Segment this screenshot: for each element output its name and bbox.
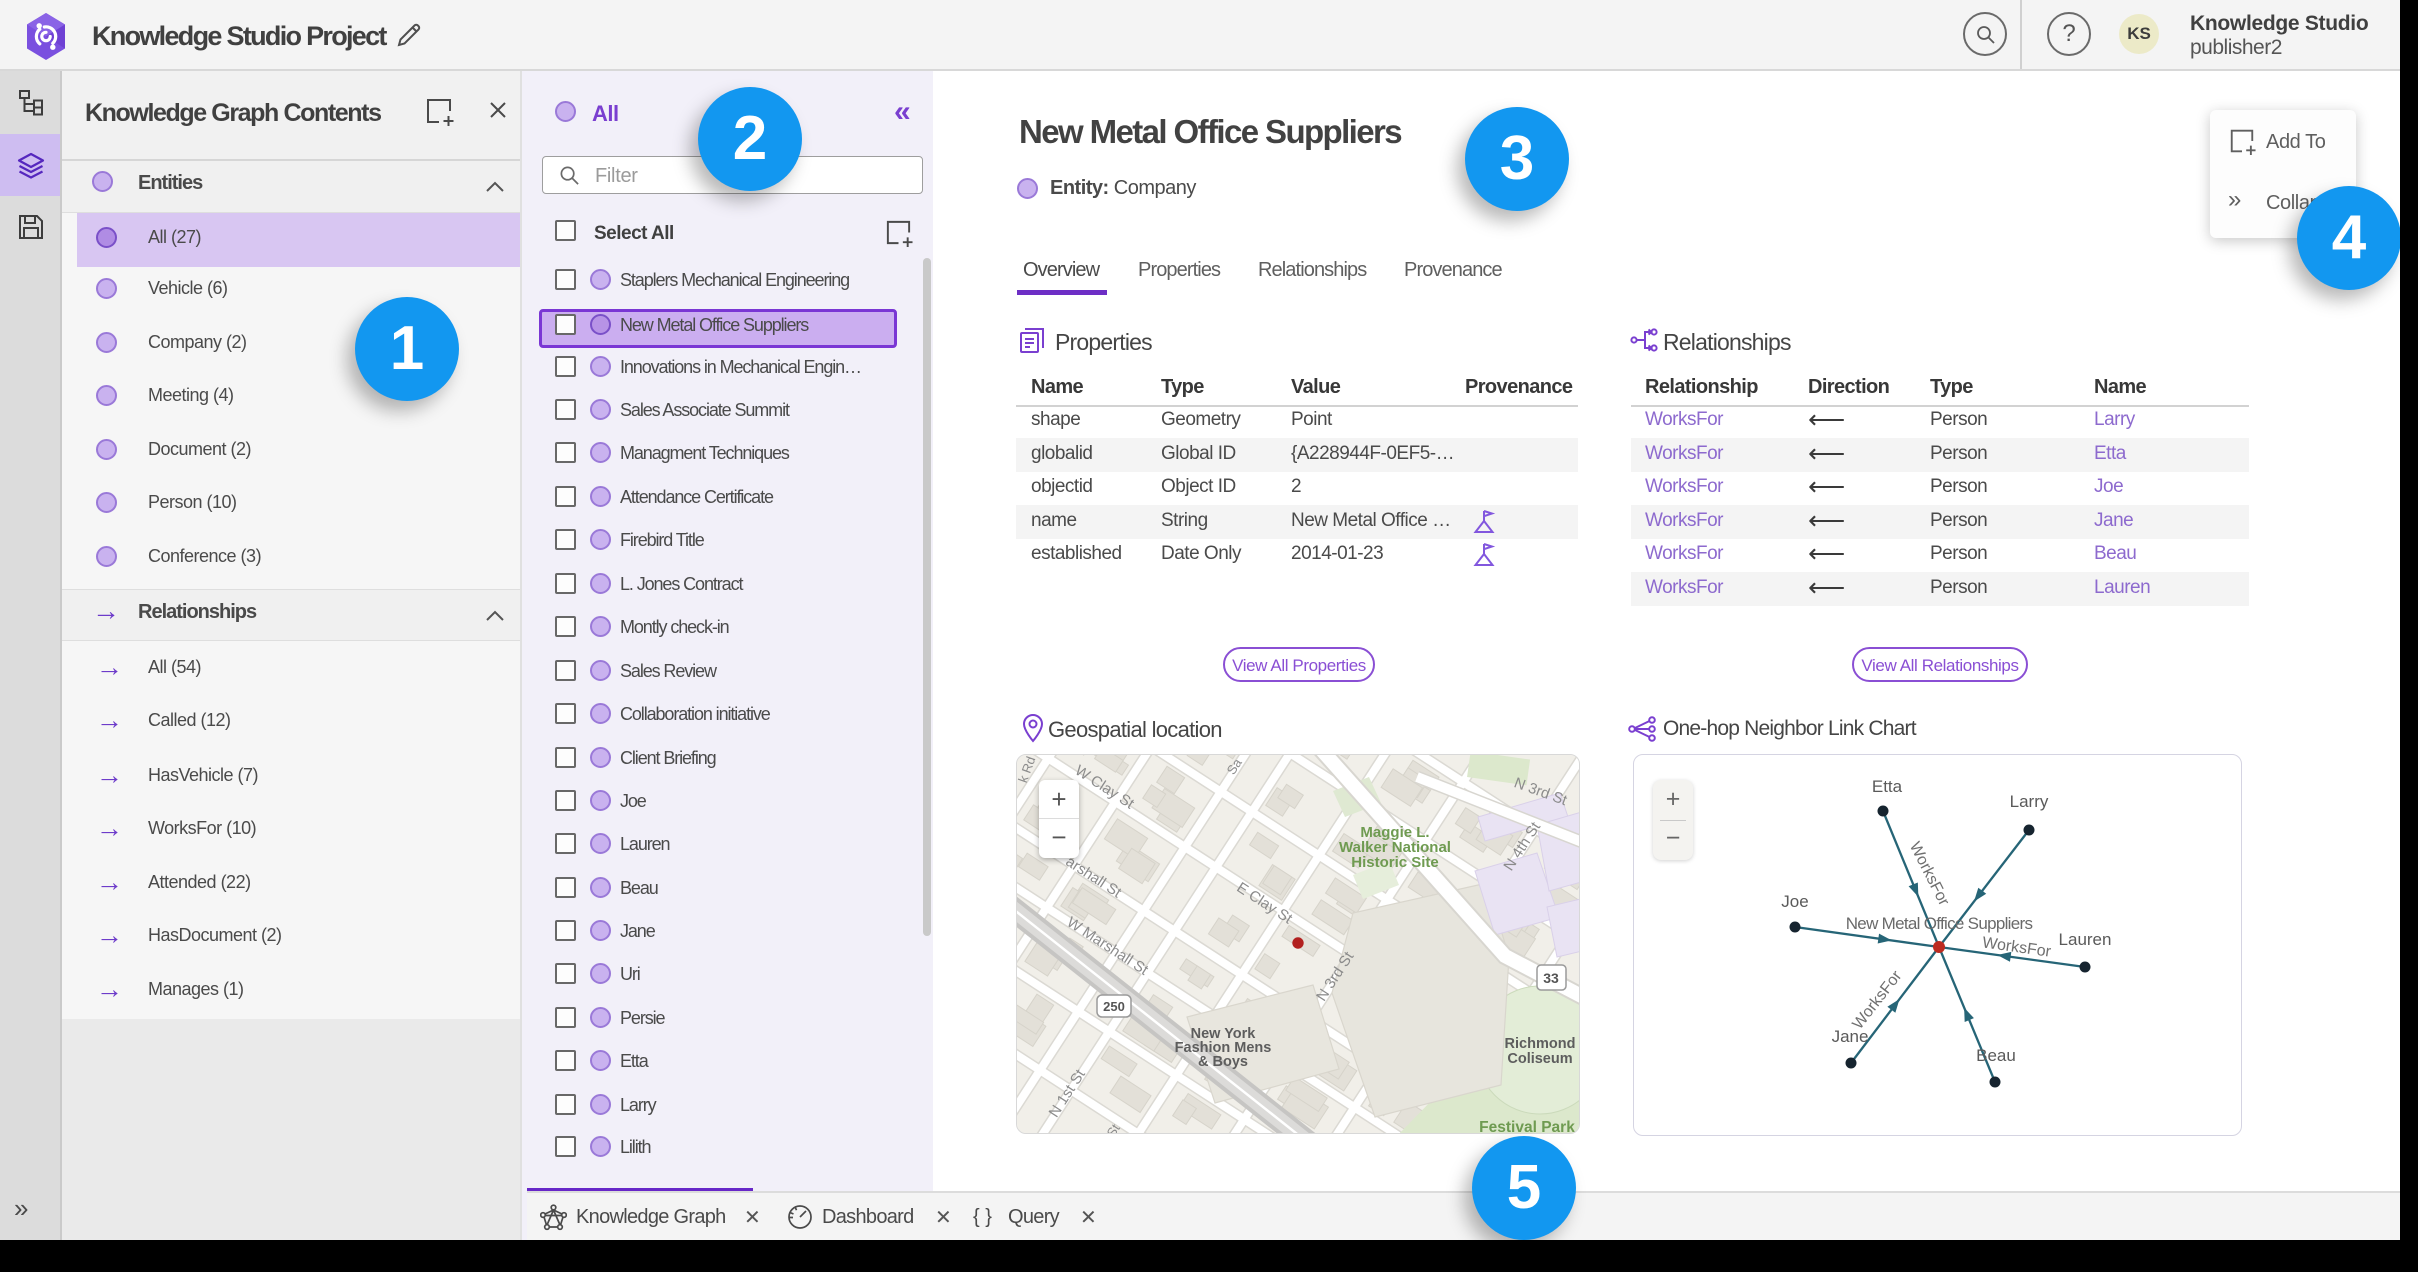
svg-text:New Metal Office Suppliers: New Metal Office Suppliers (1846, 914, 2033, 933)
svg-text:Historic Site: Historic Site (1351, 854, 1439, 871)
svg-text:Coliseum: Coliseum (1507, 1051, 1572, 1067)
svg-text:& Boys: & Boys (1198, 1054, 1248, 1070)
svg-text:Larry: Larry (2010, 792, 2049, 811)
svg-text:Lauren: Lauren (2059, 930, 2112, 949)
svg-text:250: 250 (1103, 999, 1125, 1014)
svg-text:Festival Park: Festival Park (1479, 1119, 1575, 1134)
svg-text:WorksFor: WorksFor (1850, 967, 1906, 1032)
svg-text:Beau: Beau (1976, 1046, 2016, 1065)
svg-text:Richmond: Richmond (1505, 1036, 1576, 1052)
svg-text:33: 33 (1543, 970, 1559, 986)
svg-text:Etta: Etta (1872, 777, 1903, 796)
svg-text:WorksFor: WorksFor (1906, 839, 1953, 909)
svg-text:Joe: Joe (1781, 892, 1808, 911)
